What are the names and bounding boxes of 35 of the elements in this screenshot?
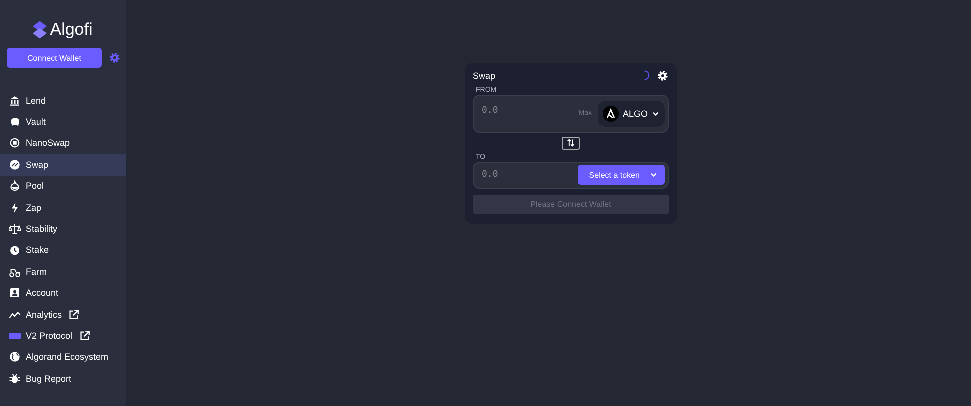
nav-item[interactable]: Account — [0, 282, 126, 304]
token-selector[interactable]: ALGO — [598, 100, 665, 127]
nav-item[interactable]: Vault — [0, 111, 126, 133]
nav-item[interactable]: Pool — [0, 176, 126, 197]
nav-item[interactable]: Algorand Ecosystem — [0, 346, 126, 368]
nav-item[interactable]: Farm — [0, 261, 126, 283]
brand-name: Algofi — [50, 20, 93, 40]
swap-arrows-icon — [567, 139, 575, 148]
nav-item[interactable]: V2 Protocol — [0, 325, 126, 347]
select-token-button[interactable]: Select a token — [578, 165, 665, 186]
chip-icon — [9, 137, 21, 150]
chevron-down-icon — [650, 171, 658, 180]
nav-item[interactable]: Stability — [0, 218, 126, 240]
swap-icon — [9, 158, 21, 171]
connect-wallet-button[interactable]: Connect Wallet — [7, 48, 102, 68]
logo-icon — [33, 21, 48, 39]
to-amount-field[interactable]: 0.0 Select a token — [473, 162, 669, 190]
scales-icon — [9, 223, 21, 236]
nav-item[interactable]: Analytics — [0, 304, 126, 326]
chevron-down-icon — [652, 110, 660, 118]
swap-title: Swap — [473, 70, 496, 81]
nav-item[interactable]: Swap — [0, 154, 126, 176]
account-icon — [9, 287, 21, 300]
nav-item[interactable]: Lend — [0, 90, 126, 112]
switch-direction-button[interactable] — [562, 136, 580, 150]
nav-item[interactable]: NanoSwap — [0, 132, 126, 154]
bank-icon — [9, 94, 21, 107]
nav-item[interactable]: Zap — [0, 196, 126, 218]
nav-item[interactable]: Bug Report — [0, 368, 126, 390]
drop-icon — [9, 180, 21, 192]
clock-icon — [9, 244, 21, 256]
nav-item[interactable]: Stake — [0, 240, 126, 262]
bug-icon — [9, 372, 21, 385]
globe-icon — [9, 351, 21, 364]
algo-token-icon — [602, 106, 619, 122]
